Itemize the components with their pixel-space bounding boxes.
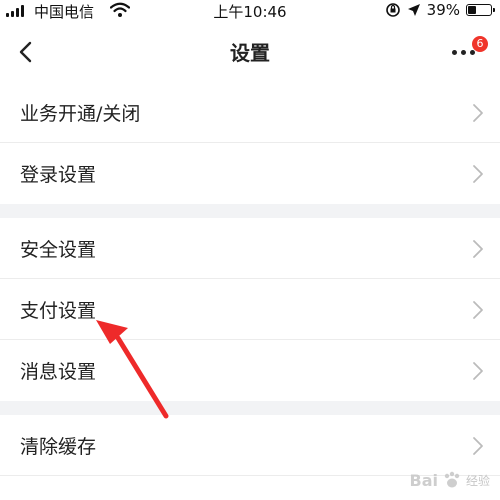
location-icon bbox=[407, 4, 420, 16]
group-separator bbox=[0, 204, 500, 218]
settings-item-service-toggle[interactable]: 业务开通/关闭 bbox=[0, 82, 500, 143]
settings-item-label: 安全设置 bbox=[20, 239, 97, 261]
settings-item-label: 清除缓存 bbox=[20, 436, 97, 458]
orientation-lock-icon bbox=[385, 3, 400, 17]
settings-item-login[interactable]: 登录设置 bbox=[0, 143, 500, 204]
settings-item-label: 消息设置 bbox=[20, 361, 97, 383]
watermark-sub: 经验 bbox=[465, 473, 490, 488]
watermark-brand: Bai bbox=[409, 470, 438, 490]
chevron-right-icon bbox=[473, 104, 483, 122]
chevron-right-icon bbox=[473, 301, 483, 319]
settings-item-security[interactable]: 安全设置 bbox=[0, 218, 500, 279]
settings-item-label: 业务开通/关闭 bbox=[20, 103, 141, 125]
settings-item-label: 支付设置 bbox=[20, 300, 97, 322]
chevron-right-icon bbox=[473, 240, 483, 258]
chevron-right-icon bbox=[473, 362, 483, 380]
nav-bar: 设置 6 bbox=[0, 22, 500, 83]
chevron-right-icon bbox=[473, 437, 483, 455]
battery-icon bbox=[466, 4, 495, 16]
battery-fill bbox=[468, 6, 476, 14]
settings-list: 业务开通/关闭 登录设置 安全设置 支付设置 消息设置 清除缓存 bbox=[0, 82, 500, 476]
notification-badge: 6 bbox=[472, 36, 488, 52]
baidu-watermark: Bai 经验 bbox=[410, 470, 491, 490]
settings-item-label: 登录设置 bbox=[20, 164, 97, 186]
paw-logo-icon bbox=[444, 471, 460, 488]
battery-percent: 39% bbox=[426, 1, 460, 19]
chevron-right-icon bbox=[473, 165, 483, 183]
settings-item-payment[interactable]: 支付设置 bbox=[0, 279, 500, 340]
page-title: 设置 bbox=[230, 41, 270, 65]
settings-item-clear-cache[interactable]: 清除缓存 bbox=[0, 415, 500, 476]
more-button[interactable]: 6 bbox=[452, 34, 488, 68]
group-separator bbox=[0, 401, 500, 415]
status-bar: 中国电信 上午10:46 39% bbox=[0, 0, 500, 22]
settings-item-messages[interactable]: 消息设置 bbox=[0, 340, 500, 401]
